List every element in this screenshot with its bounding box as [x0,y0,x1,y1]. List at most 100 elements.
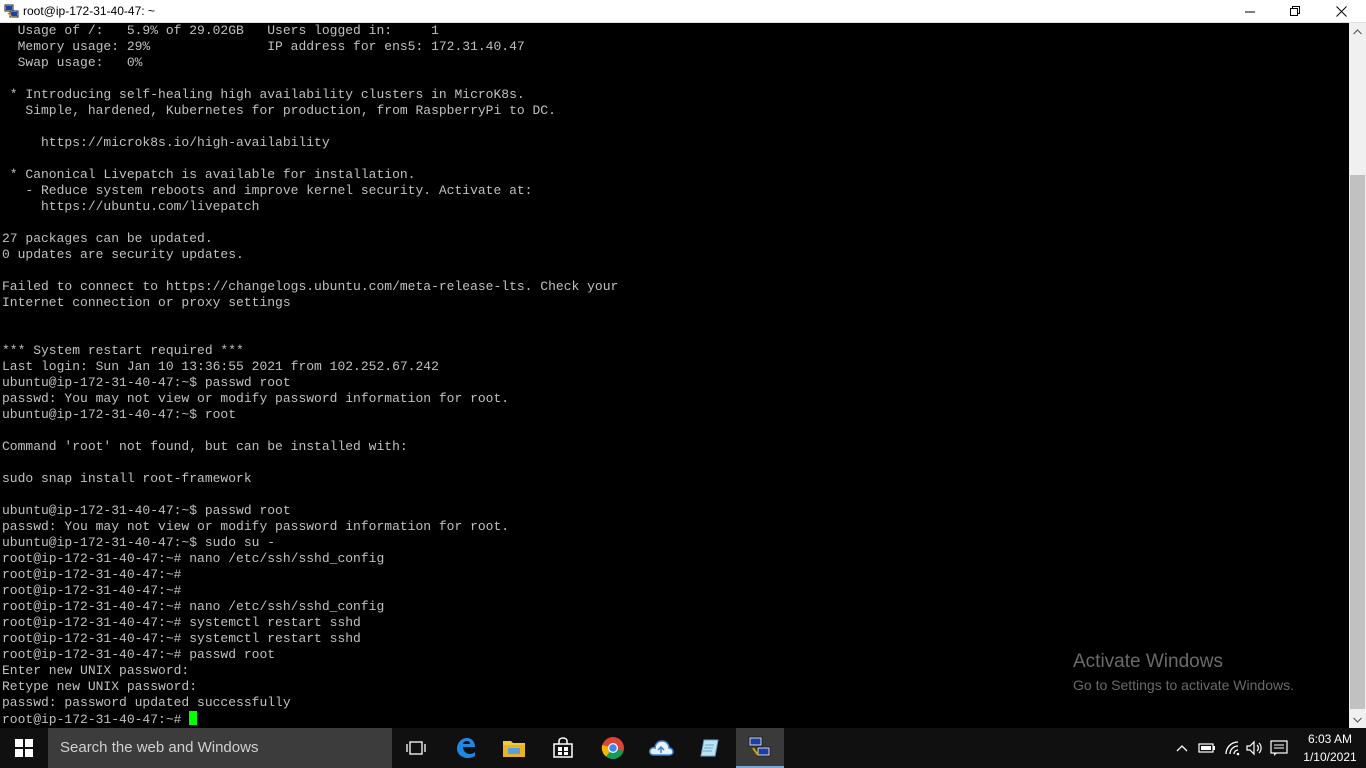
watermark-subtitle: Go to Settings to activate Windows. [1073,677,1294,693]
terminal-line: passwd: password updated successfully [2,695,291,710]
start-button[interactable] [0,728,48,768]
search-placeholder: Search the web and Windows [60,739,259,756]
terminal-line: root@ip-172-31-40-47:~# [2,583,182,598]
task-view-button[interactable] [392,728,440,768]
terminal-line: https://ubuntu.com/livepatch [2,199,260,214]
terminal-line: * Introducing self-healing high availabi… [2,87,525,102]
terminal-line: sudo snap install root-framework [2,471,252,486]
terminal-line: Simple, hardened, Kubernetes for product… [2,103,556,118]
notepad-taskbar-button[interactable] [686,728,734,768]
windows-logo-icon [15,739,33,757]
window-title: root@ip-172-31-40-47: ~ [23,4,155,18]
terminal-line: Memory usage: 29% IP address for ens5: 1… [2,39,525,54]
taskbar: Search the web and Windows 6:03 AM 1/10/… [0,728,1366,768]
show-hidden-icons-button[interactable] [1172,728,1192,768]
restore-button[interactable] [1272,0,1318,23]
cloud-app-taskbar-button[interactable] [637,728,685,768]
minimize-button[interactable] [1227,0,1273,23]
terminal-line: Enter new UNIX password: [2,663,190,678]
chrome-icon [601,737,624,759]
terminal-line: 27 packages can be updated. [2,231,213,246]
terminal-line: root@ip-172-31-40-47:~# nano /etc/ssh/ss… [2,551,385,566]
terminal-line: root@ip-172-31-40-47:~# systemctl restar… [2,631,361,646]
terminal-line: - Reduce system reboots and improve kern… [2,183,533,198]
terminal-line: *** System restart required *** [2,343,244,358]
scroll-down-button[interactable] [1349,711,1366,728]
chrome-taskbar-button[interactable] [589,728,637,768]
cloud-app-icon [648,740,674,756]
terminal-line: root@ip-172-31-40-47:~# passwd root [2,647,276,662]
terminal-line: ubuntu@ip-172-31-40-47:~$ passwd root [2,503,291,518]
terminal-line: Retype new UNIX password: [2,679,198,694]
taskbar-search-box[interactable]: Search the web and Windows [48,728,392,768]
terminal-line: root@ip-172-31-40-47:~# nano /etc/ssh/ss… [2,599,385,614]
terminal-line: https://microk8s.io/high-availability [2,135,330,150]
wifi-button[interactable] [1221,728,1243,768]
close-icon [1335,6,1347,17]
action-center-icon [1270,740,1288,756]
terminal-line: Swap usage: 0% [2,55,143,70]
terminal-line: Usage of /: 5.9% of 29.02GB Users logged… [2,23,439,38]
task-view-icon [406,741,426,755]
volume-button[interactable] [1244,728,1266,768]
chevron-up-icon [1353,28,1362,34]
terminal-line: * Canonical Livepatch is available for i… [2,167,416,182]
store-icon [553,737,573,758]
close-button[interactable] [1318,0,1364,23]
file-explorer-taskbar-button[interactable] [490,728,538,768]
terminal-line: ubuntu@ip-172-31-40-47:~$ passwd root [2,375,291,390]
store-taskbar-button[interactable] [539,728,587,768]
putty-taskbar-button[interactable] [736,728,784,768]
terminal-line: Command 'root' not found, but can be ins… [2,439,408,454]
scroll-up-button[interactable] [1349,23,1366,40]
notepad-icon [700,739,719,757]
volume-icon [1246,740,1262,756]
battery-icon [1198,743,1215,753]
terminal-prompt: root@ip-172-31-40-47:~# [2,712,190,727]
terminal-line: ubuntu@ip-172-31-40-47:~$ root [2,407,237,422]
terminal-line: passwd: You may not view or modify passw… [2,519,510,534]
terminal-line: ubuntu@ip-172-31-40-47:~$ sudo su - [2,535,276,550]
restore-icon [1289,6,1300,16]
terminal-line: root@ip-172-31-40-47:~# [2,567,182,582]
action-center-button[interactable] [1268,728,1290,768]
terminal-line: passwd: You may not view or modify passw… [2,391,510,406]
chevron-down-icon [1353,717,1362,723]
clock-date: 1/10/2021 [1303,750,1357,764]
edge-icon [457,738,475,758]
terminal-area[interactable]: Usage of /: 5.9% of 29.02GB Users logged… [0,23,1349,728]
battery-button[interactable] [1196,728,1218,768]
terminal-line: 0 updates are security updates. [2,247,244,262]
file-explorer-icon [503,741,525,757]
wifi-icon [1225,741,1240,756]
terminal-line: Internet connection or proxy settings [2,295,291,310]
window-titlebar[interactable]: root@ip-172-31-40-47: ~ [0,0,1366,23]
terminal-prompt-line: root@ip-172-31-40-47:~# [2,711,618,727]
minimize-icon [1244,11,1255,13]
putty-icon [4,4,19,19]
clock-time: 6:03 AM [1307,732,1353,746]
edge-taskbar-button[interactable] [442,728,490,768]
terminal-line: root@ip-172-31-40-47:~# systemctl restar… [2,615,361,630]
scrollbar-thumb[interactable] [1350,175,1365,709]
terminal-line: Last login: Sun Jan 10 13:36:55 2021 fro… [2,359,439,374]
taskbar-clock[interactable]: 6:03 AM 1/10/2021 [1295,730,1365,766]
terminal-line: Failed to connect to https://changelogs.… [2,279,619,294]
terminal-output: Usage of /: 5.9% of 29.02GB Users logged… [2,23,618,727]
activate-windows-watermark: Activate Windows Go to Settings to activ… [1073,651,1294,695]
watermark-title: Activate Windows [1073,651,1223,672]
terminal-cursor [189,711,198,725]
show-hidden-icons-chevron-icon [1176,745,1188,752]
putty-icon [748,736,771,757]
vertical-scrollbar[interactable] [1349,23,1366,728]
